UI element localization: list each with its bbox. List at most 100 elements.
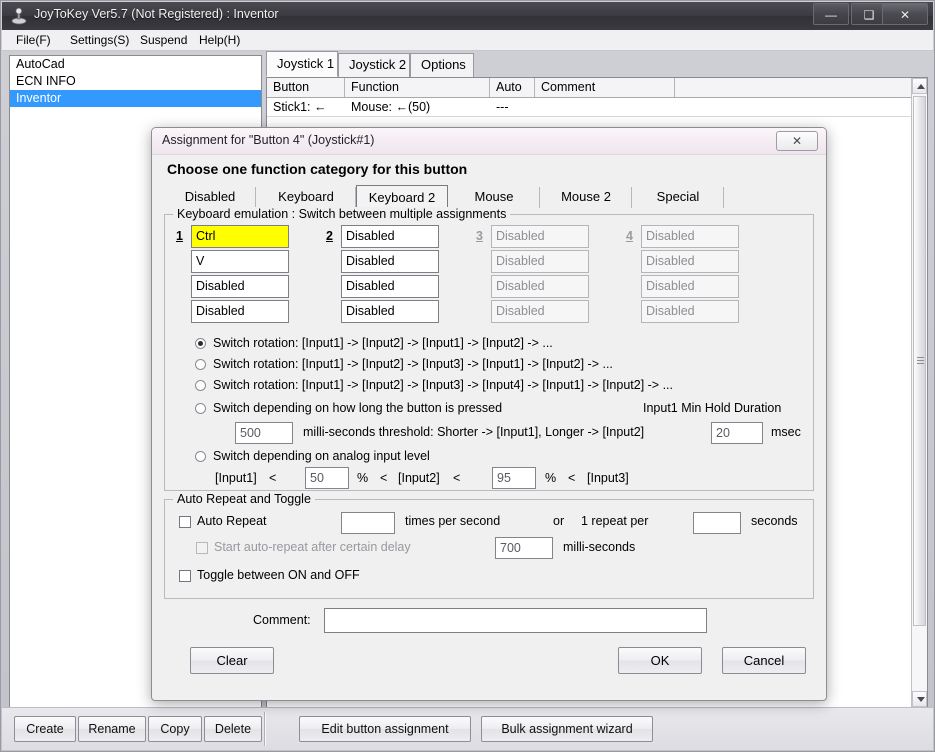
- radio-rotation-4-label: Switch rotation: [Input1] -> [Input2] ->…: [213, 378, 673, 392]
- tab-special[interactable]: Special: [632, 185, 724, 210]
- input-4-4: Disabled: [641, 300, 739, 323]
- auto-repeat-label: Auto Repeat: [197, 514, 267, 528]
- radio-hold-duration-icon[interactable]: [195, 403, 206, 414]
- profile-item-ecn-info[interactable]: ECN INFO: [10, 73, 261, 90]
- analog-threshold-1-input[interactable]: 50: [305, 467, 349, 489]
- menu-settings[interactable]: Settings(S): [64, 32, 135, 48]
- auto-repeat-legend: Auto Repeat and Toggle: [173, 492, 315, 506]
- input-1-4[interactable]: Disabled: [191, 300, 289, 323]
- radio-analog-level-icon[interactable]: [195, 451, 206, 462]
- column-number-4: 4: [626, 229, 633, 243]
- column-number-3: 3: [476, 229, 483, 243]
- create-button[interactable]: Create: [14, 716, 76, 742]
- column-header-extra[interactable]: [675, 78, 912, 97]
- column-number-1: 1: [176, 229, 183, 243]
- input-2-4[interactable]: Disabled: [341, 300, 439, 323]
- tab-special-label: Special: [656, 189, 700, 204]
- scrollbar-thumb[interactable]: [913, 96, 926, 626]
- dialog-close-icon[interactable]: ✕: [776, 131, 818, 151]
- start-delay-unit: milli-seconds: [563, 540, 636, 554]
- table-header-row: Button Function Auto Comment: [267, 78, 912, 98]
- main-window: JoyToKey Ver5.7 (Not Registered) : Inven…: [0, 0, 935, 752]
- analog-lt-3: <: [453, 471, 461, 485]
- start-delay-label: Start auto-repeat after certain delay: [214, 540, 411, 554]
- ok-button[interactable]: OK: [618, 647, 702, 674]
- min-hold-unit: msec: [771, 425, 801, 439]
- input-1-1[interactable]: Ctrl: [191, 225, 289, 248]
- minimize-button[interactable]: —: [813, 3, 849, 25]
- tab-disabled-label: Disabled: [184, 189, 236, 204]
- keyboard-emulation-legend: Keyboard emulation : Switch between mult…: [173, 207, 511, 221]
- or-label: or: [553, 514, 565, 528]
- input-4-3: Disabled: [641, 275, 739, 298]
- menu-help[interactable]: Help(H): [193, 32, 246, 48]
- input-1-3[interactable]: Disabled: [191, 275, 289, 298]
- tab-joystick-1[interactable]: Joystick 1: [266, 51, 338, 77]
- clear-button[interactable]: Clear: [190, 647, 274, 674]
- min-hold-duration-label: Input1 Min Hold Duration: [643, 401, 782, 415]
- radio-hold-duration-label: Switch depending on how long the button …: [213, 401, 503, 415]
- input-1-2[interactable]: V: [191, 250, 289, 273]
- min-hold-input[interactable]: 20: [711, 422, 763, 444]
- input-3-3: Disabled: [491, 275, 589, 298]
- auto-repeat-group: Auto Repeat and Toggle Auto Repeat times…: [164, 492, 814, 599]
- column-header-button[interactable]: Button: [267, 78, 345, 97]
- profile-item-inventor[interactable]: Inventor: [10, 90, 261, 107]
- dialog-body: Choose one function category for this bu…: [161, 161, 817, 692]
- radio-rotation-3-icon[interactable]: [195, 359, 206, 370]
- menu-suspend[interactable]: Suspend: [134, 32, 193, 48]
- tab-keyboard-2-label: Keyboard 2: [368, 190, 436, 205]
- scroll-up-icon[interactable]: [912, 78, 927, 94]
- column-header-function[interactable]: Function: [345, 78, 490, 97]
- times-per-second-label: times per second: [405, 514, 501, 528]
- start-delay-checkbox: [196, 542, 208, 554]
- delete-button[interactable]: Delete: [204, 716, 262, 742]
- scroll-down-icon[interactable]: [912, 691, 927, 707]
- menu-file[interactable]: File(F): [10, 32, 57, 48]
- radio-rotation-4-icon[interactable]: [195, 380, 206, 391]
- edit-button-assignment-button[interactable]: Edit button assignment: [299, 716, 471, 742]
- comment-input[interactable]: [324, 608, 707, 633]
- analog-lt-1: <: [269, 471, 277, 485]
- tab-mouse-2-label: Mouse 2: [561, 189, 611, 204]
- threshold-input[interactable]: 500: [235, 422, 293, 444]
- column-number-2: 2: [326, 229, 333, 243]
- seconds-label: seconds: [751, 514, 798, 528]
- analog-threshold-2-input[interactable]: 95: [492, 467, 536, 489]
- tab-options[interactable]: Options: [410, 53, 474, 77]
- table-row[interactable]: Stick1: ← Mouse: ←(50) ---: [267, 98, 912, 117]
- column-header-auto[interactable]: Auto: [490, 78, 535, 97]
- bulk-assignment-wizard-button[interactable]: Bulk assignment wizard: [481, 716, 653, 742]
- copy-button[interactable]: Copy: [148, 716, 202, 742]
- cell-button: Stick1: ←: [273, 100, 327, 114]
- keyboard-emulation-group: Keyboard emulation : Switch between mult…: [164, 207, 814, 491]
- auto-repeat-rate-input[interactable]: [341, 512, 395, 534]
- toggle-on-off-checkbox[interactable]: [179, 570, 191, 582]
- profile-item-autocad[interactable]: AutoCad: [10, 56, 261, 73]
- tab-mouse-2[interactable]: Mouse 2: [540, 185, 632, 210]
- close-button[interactable]: ✕: [882, 3, 928, 25]
- input-2-1[interactable]: Disabled: [341, 225, 439, 248]
- radio-rotation-2-icon[interactable]: [195, 338, 206, 349]
- input-3-2: Disabled: [491, 250, 589, 273]
- radio-analog-level-label: Switch depending on analog input level: [213, 449, 430, 463]
- cancel-button[interactable]: Cancel: [722, 647, 806, 674]
- column-header-comment[interactable]: Comment: [535, 78, 675, 97]
- window-title: JoyToKey Ver5.7 (Not Registered) : Inven…: [34, 7, 279, 21]
- dialog-title: Assignment for "Button 4" (Joystick#1): [162, 133, 375, 147]
- cell-comment: [535, 98, 681, 116]
- toolbar-divider: [264, 712, 266, 746]
- tab-joystick-2[interactable]: Joystick 2: [338, 53, 410, 77]
- menubar: File(F) Settings(S) Suspend Help(H): [2, 30, 933, 51]
- input-4-1: Disabled: [641, 225, 739, 248]
- table-scrollbar[interactable]: [911, 78, 927, 707]
- input-2-2[interactable]: Disabled: [341, 250, 439, 273]
- start-delay-input[interactable]: 700: [495, 537, 553, 559]
- repeat-seconds-input[interactable]: [693, 512, 741, 534]
- input-2-3[interactable]: Disabled: [341, 275, 439, 298]
- rename-button[interactable]: Rename: [78, 716, 146, 742]
- analog-percent-2: %: [545, 471, 557, 485]
- analog-input3-label: [Input3]: [587, 471, 629, 485]
- auto-repeat-checkbox[interactable]: [179, 516, 191, 528]
- threshold-text: milli-seconds threshold: Shorter -> [Inp…: [303, 425, 645, 439]
